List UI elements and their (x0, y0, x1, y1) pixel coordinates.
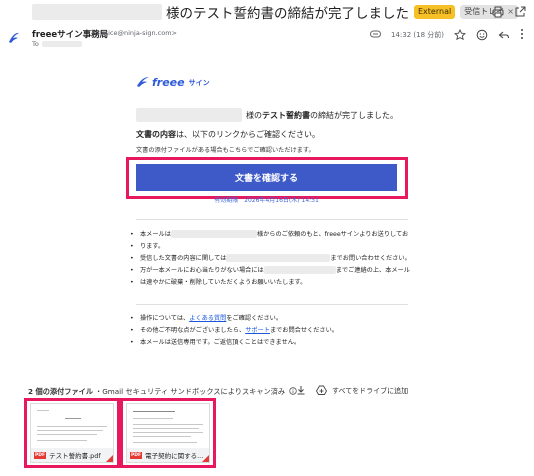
pdf-file-icon: PDF (34, 451, 47, 459)
document-name: テスト誓約書 (262, 110, 310, 120)
freee-bird-icon (136, 73, 150, 92)
attachment-filename: テスト誓約書.pdf (49, 452, 101, 460)
sender-email: <notice@ninja-sign.com> (92, 29, 177, 37)
help-list: 操作については、よくある質問をご確認ください。 その他ご不明な点がございましたら… (130, 313, 338, 349)
to-label: To (32, 40, 39, 48)
redacted-text (170, 230, 257, 238)
list-item: 万が一本メールにお心当たりがない場合には までご連絡の上、本メール (130, 265, 411, 277)
completion-part-1: 様の (246, 110, 262, 120)
bullet1-text-c: ります。 (140, 243, 165, 250)
bullet2-text-a: 受信した文書の内容に関しては (140, 255, 227, 262)
completion-part-2: の締結が完了しました。 (310, 110, 398, 120)
support-link[interactable]: サポート (245, 327, 270, 334)
add-to-drive-label: すべてをドライブに追加 (332, 387, 409, 395)
list-item: 受信した文書の内容に関しては までお問い合わせください。 (130, 253, 411, 265)
bullet1-text-a: 本メールは (140, 231, 171, 238)
star-icon[interactable] (454, 29, 466, 41)
attachment-name-bar: PDF テスト誓約書.pdf (31, 448, 113, 462)
logo-text: freee (152, 76, 185, 89)
list-item-continued: は速やかに破棄・削除していただくようお願いいたします。 (130, 277, 411, 289)
expiry-date: 有効期限 2026年4月16日(木) 14:31 (214, 197, 319, 204)
attachment-filename: 電子契約に関する... (145, 452, 204, 460)
list-item: 本メールは送信専用です。ご返信頂くことはできません。 (130, 337, 338, 349)
more-options-icon[interactable] (520, 28, 524, 42)
bullet5-text-a: その他ご不明な点がございましたら、 (140, 327, 246, 334)
reply-icon[interactable] (498, 29, 510, 41)
bullet1-text-b: 様からのご依頼のもと、freeeサインよりお送りしてお (256, 231, 409, 238)
print-icon[interactable] (492, 6, 504, 18)
bullet2-text-b: までお問い合わせください。 (330, 255, 411, 262)
email-subject: 様のテスト誓約書の締結が完了しました External 受信トレイ × (32, 2, 518, 22)
open-in-new-window-icon[interactable] (514, 6, 526, 18)
redacted-name (32, 4, 162, 20)
redacted-contact (263, 266, 336, 274)
confirm-document-button[interactable]: 文書を確認する (136, 164, 397, 191)
list-item: 本メールは 様からのご依頼のもと、freeeサインよりお送りしてお (130, 229, 411, 241)
file-corner-mark (202, 455, 209, 462)
divider (136, 219, 408, 220)
content-bold: 文書の内容 (136, 130, 176, 139)
scan-status: ・Gmail セキュリティ サンドボックスによりスキャン済み (95, 387, 286, 396)
list-item-continued: ります。 (130, 241, 411, 253)
attachment-count: 2 個の添付ファイル (28, 387, 94, 396)
bullet3-text-b: までご連絡の上、本メール (335, 267, 410, 274)
pdf-file-icon: PDF (130, 451, 143, 459)
bullet4-text-a: 操作については、 (140, 315, 190, 322)
bullet3-text-a: 万が一本メールにお心当たりがない場合には (140, 267, 264, 274)
attachments-header: 2 個の添付ファイル ・Gmail セキュリティ サンドボックスによりスキャン済… (28, 387, 297, 397)
bullet3-text-c: は速やかに破棄・削除していただくようお願いいたします。 (140, 279, 307, 286)
attachment-name-bar: PDF 電子契約に関する... (127, 448, 209, 462)
emoji-icon[interactable] (476, 29, 488, 41)
divider (136, 304, 408, 305)
notice-list: 本メールは 様からのご依頼のもと、freeeサインよりお送りしてお ります。 受信… (130, 229, 411, 289)
faq-link[interactable]: よくある質問 (189, 315, 226, 322)
header-actions (492, 6, 526, 18)
redacted-contact (226, 254, 331, 262)
file-corner-mark (106, 455, 113, 462)
add-to-drive-button[interactable]: すべてをドライブに追加 (315, 385, 409, 397)
drive-add-icon (315, 385, 328, 397)
attachment-note: 文書の添付ファイルがある場合もこちらでご確認いただけます。 (136, 147, 315, 154)
completion-message: 様の テスト誓約書 の締結が完了しました。 (136, 108, 398, 122)
attachment-actions: すべてをドライブに追加 (296, 385, 408, 397)
message-time: 14:32 (18 分前) (391, 31, 444, 39)
recipient-line[interactable]: To (32, 40, 82, 48)
message-meta: 14:32 (18 分前) (370, 28, 524, 42)
logo-subtext: サイン (188, 78, 210, 87)
attachment-icon (370, 30, 381, 40)
redacted-recipient (41, 41, 82, 47)
subject-text: 様のテスト誓約書の締結が完了しました (166, 6, 409, 22)
redacted-sender-name (136, 108, 242, 122)
attachment-card[interactable]: PDF 電子契約に関する... (126, 403, 210, 463)
attachment-card[interactable]: PDF テスト誓約書.pdf (30, 403, 114, 463)
bullet5-text-b: までお問合せください。 (269, 327, 338, 334)
content-rest: は、以下のリンクからご確認ください。 (176, 130, 320, 139)
label-external[interactable]: External (414, 5, 456, 19)
download-all-icon[interactable] (296, 385, 306, 397)
bullet6-text: 本メールは送信専用です。ご返信頂くことはできません。 (140, 339, 301, 346)
list-item: その他ご不明な点がございましたら、サポートまでお問合せください。 (130, 325, 338, 337)
list-item: 操作については、よくある質問をご確認ください。 (130, 313, 338, 325)
sender-avatar (6, 30, 22, 46)
bullet4-text-b: をご確認ください。 (226, 315, 283, 322)
freee-sign-logo: freee サイン (136, 73, 210, 92)
content-instruction: 文書の内容は、以下のリンクからご確認ください。 (136, 129, 320, 140)
